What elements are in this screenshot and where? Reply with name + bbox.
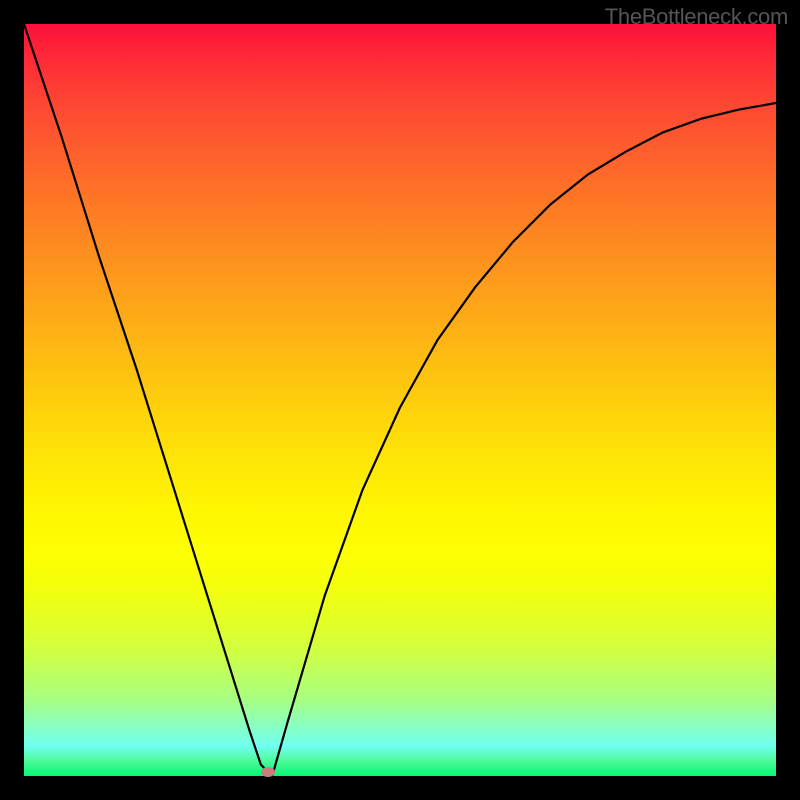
minimum-marker <box>261 767 275 777</box>
plot-area <box>24 24 776 776</box>
curve-svg <box>24 24 776 776</box>
bottleneck-curve <box>24 24 776 776</box>
watermark-text: TheBottleneck.com <box>605 4 788 30</box>
